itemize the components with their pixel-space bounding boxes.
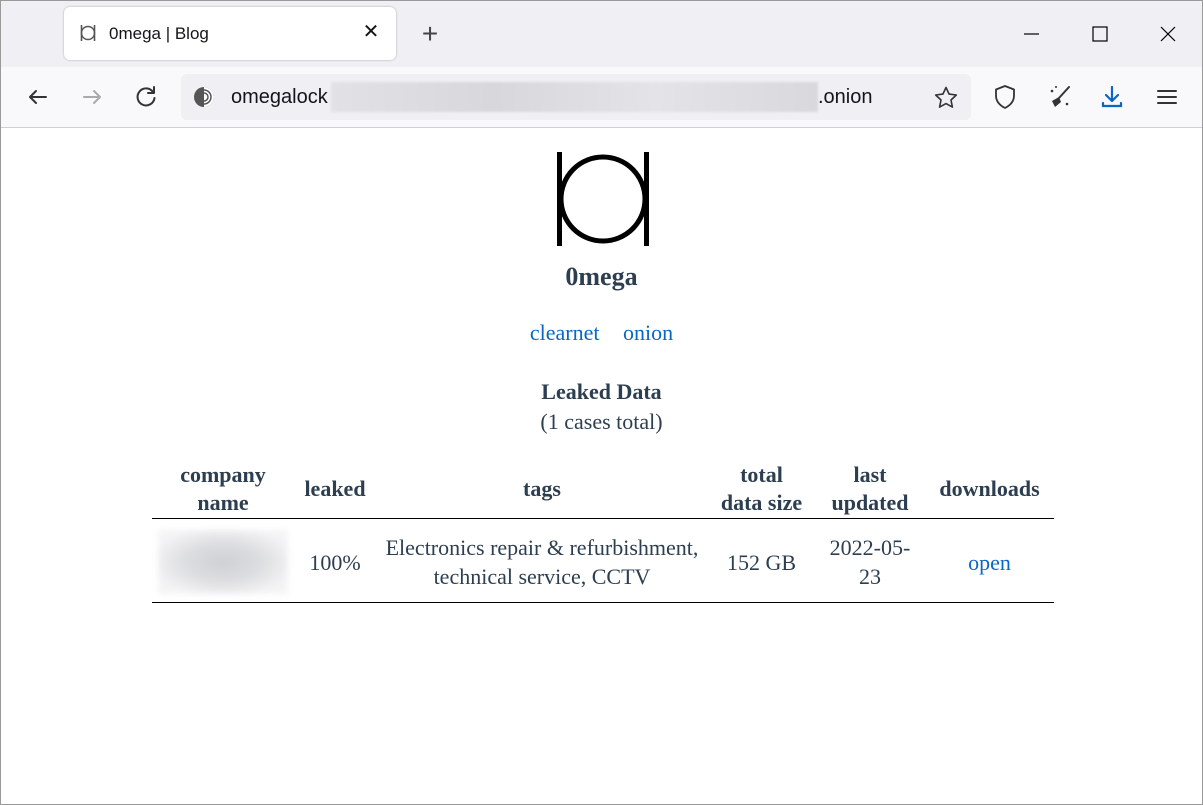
url-bar[interactable]: omegalock .onion [181, 74, 971, 120]
tor-onion-icon[interactable] [193, 86, 215, 108]
header-total-data-size: total data size [708, 461, 815, 519]
tab-active[interactable]: 0mega | Blog ✕ [64, 7, 396, 60]
section-title: Leaked Data [541, 379, 662, 404]
cell-total-data-size: 152 GB [708, 518, 815, 603]
omega-logo-icon [557, 152, 649, 246]
forward-icon[interactable] [78, 83, 106, 111]
reload-icon[interactable] [132, 83, 160, 111]
broom-icon[interactable] [1045, 83, 1073, 111]
menu-icon[interactable] [1153, 83, 1181, 111]
url-prefix: omegalock [231, 86, 328, 108]
omega-logo-icon [80, 25, 96, 41]
browser-window: 0mega | Blog ✕ + omegalock .onion 0mega … [0, 0, 1203, 805]
open-download-link[interactable]: open [968, 550, 1011, 575]
header-tags: tags [376, 461, 708, 519]
close-window-icon[interactable] [1153, 19, 1183, 49]
leaks-table: company name leaked tags total data size l… [152, 461, 1054, 603]
header-leaked: leaked [294, 461, 376, 519]
header-downloads: downloads [925, 461, 1054, 519]
bookmark-star-icon[interactable] [933, 85, 959, 111]
site-name: 0mega [565, 262, 638, 291]
table-row: 100% Electronics repair & refurbishment,… [152, 518, 1054, 603]
tab-bar: 0mega | Blog ✕ + [1, 1, 1202, 67]
shield-icon[interactable] [991, 83, 1019, 111]
redacted-company-name [158, 530, 288, 594]
nav-toolbar: omegalock .onion [1, 67, 1202, 128]
url-redacted [331, 82, 818, 112]
cell-leaked: 100% [294, 518, 376, 603]
minimize-icon[interactable] [1017, 19, 1047, 49]
clearnet-link[interactable]: clearnet [530, 320, 600, 345]
cell-downloads: open [925, 518, 1054, 603]
tab-title: 0mega | Blog [109, 24, 209, 43]
cell-company-name[interactable] [152, 518, 294, 603]
new-tab-button[interactable]: + [417, 20, 443, 48]
header-company-name: company name [152, 461, 294, 519]
onion-link[interactable]: onion [623, 320, 673, 345]
maximize-icon[interactable] [1085, 19, 1115, 49]
cell-last-updated: 2022-05-23 [815, 518, 925, 603]
download-icon[interactable] [1098, 83, 1126, 111]
mirror-links: clearnet onion [1, 320, 1202, 346]
url-suffix: .onion [818, 86, 873, 108]
header-last-updated: last updated [815, 461, 925, 519]
table-header-row: company name leaked tags total data size l… [152, 461, 1054, 519]
back-icon[interactable] [24, 83, 52, 111]
cell-tags: Electronics repair & refurbishment, tech… [376, 518, 708, 603]
tab-close-icon[interactable]: ✕ [360, 21, 382, 43]
section-subtitle: (1 cases total) [540, 409, 663, 434]
page-content: 0mega clearnet onion Leaked Data (1 case… [1, 128, 1202, 804]
